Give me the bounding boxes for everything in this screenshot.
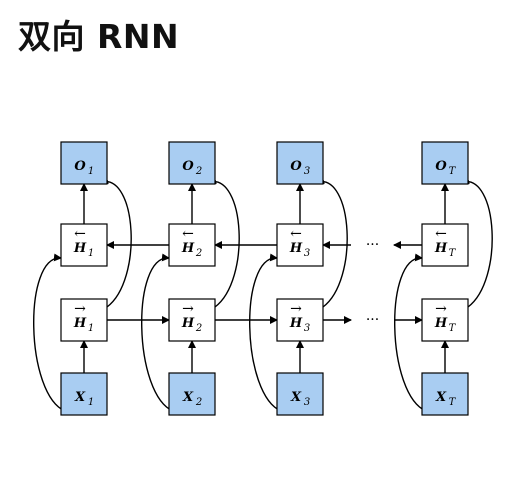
backward-hidden-node-3-symbol: H (289, 241, 303, 256)
input-node-T: XT (421, 372, 469, 416)
backward-hidden-node-1-subscript: 1 (88, 248, 94, 259)
output-node-T: OT (421, 141, 469, 185)
forward-hidden-node-3-subscript: 3 (304, 323, 310, 334)
output-node-3-symbol: O (290, 159, 302, 174)
output-node-3: O3 (276, 141, 324, 185)
forward-hidden-node-2-subscript: 2 (195, 323, 202, 334)
backward-hidden-node-3: ←H 3 (276, 223, 324, 267)
output-node-3-subscript: 3 (304, 166, 310, 177)
backward-hidden-node-1-direction-arrow: ← (74, 226, 86, 242)
input-node-3: X3 (276, 372, 324, 416)
forward-hidden-node-1-subscript: 1 (88, 323, 94, 334)
backward-hidden-node-T-direction-arrow: ← (435, 226, 447, 242)
input-node-3-subscript: 3 (304, 397, 310, 408)
curve-x1-to-hb1 (33, 253, 66, 412)
backward-hidden-node-2: ←H 2 (168, 223, 216, 267)
output-node-T-symbol: O (435, 159, 447, 174)
curve-xT-to-hbT (394, 253, 427, 412)
backward-hidden-node-1: ←H 1 (60, 223, 108, 267)
input-node-2: X2 (168, 372, 216, 416)
input-node-1: X1 (60, 372, 108, 416)
forward-hidden-node-3-symbol: H (289, 316, 303, 331)
forward-ellipsis: ··· (366, 312, 379, 328)
forward-hidden-node-T-symbol: H (434, 316, 448, 331)
backward-hidden-node-2-direction-arrow: ← (182, 226, 194, 242)
input-node-1-subscript: 1 (88, 397, 94, 408)
output-node-2-symbol: O (182, 159, 194, 174)
bidirectional-rnn-diagram: O 1←H 1→H 1X 1O 2←H 2→H 2X 2O 3←H 3→H 3X 3O T←H T→H TX T… (33, 141, 493, 416)
input-node-1-symbol: X (74, 390, 86, 405)
curve-x2-to-hb2 (141, 253, 174, 412)
backward-hidden-node-3-direction-arrow: ← (290, 226, 302, 242)
nodes: O 1←H 1→H 1X 1O 2←H 2→H 2X 2O 3←H 3→H 3X 3O T←H T→H TX T (60, 141, 469, 416)
output-node-1-symbol: O (74, 159, 86, 174)
forward-hidden-node-T-direction-arrow: → (435, 301, 447, 317)
input-node-2-symbol: X (182, 390, 194, 405)
output-node-1: O1 (60, 141, 108, 185)
output-node-2: O2 (168, 141, 216, 185)
backward-hidden-node-T: ←H T (421, 223, 469, 267)
forward-hidden-node-2-symbol: H (181, 316, 195, 331)
forward-hidden-node-1: →H 1 (60, 298, 108, 342)
forward-hidden-node-T: →H T (421, 298, 469, 342)
backward-hidden-node-3-subscript: 3 (304, 248, 310, 259)
forward-hidden-node-3-direction-arrow: → (290, 301, 302, 317)
backward-hidden-node-T-symbol: H (434, 241, 448, 256)
forward-hidden-node-1-symbol: H (73, 316, 87, 331)
backward-hidden-node-1-symbol: H (73, 241, 87, 256)
input-node-T-symbol: X (435, 390, 447, 405)
ellipses: ··· ··· (366, 237, 379, 328)
backward-hidden-node-2-symbol: H (181, 241, 195, 256)
forward-hidden-node-1-direction-arrow: → (74, 301, 86, 317)
input-node-3-symbol: X (290, 390, 302, 405)
backward-ellipsis: ··· (366, 237, 379, 253)
output-node-1-subscript: 1 (88, 166, 94, 177)
forward-hidden-node-3: →H 3 (276, 298, 324, 342)
backward-hidden-node-2-subscript: 2 (195, 248, 202, 259)
curve-x3-to-hb3 (249, 253, 282, 412)
forward-hidden-node-2-direction-arrow: → (182, 301, 194, 317)
input-node-2-subscript: 2 (195, 397, 202, 408)
forward-hidden-node-2: →H 2 (168, 298, 216, 342)
output-node-2-subscript: 2 (195, 166, 202, 177)
